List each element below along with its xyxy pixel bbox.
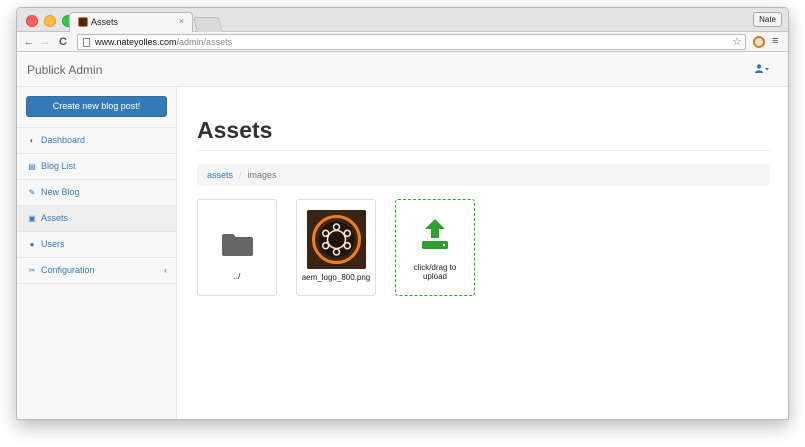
user-dropdown[interactable]: [755, 64, 769, 75]
breadcrumb-separator: /: [239, 170, 242, 180]
image-icon: ▣: [28, 214, 36, 223]
minimize-window-button[interactable]: [44, 15, 56, 27]
extension-icon[interactable]: [753, 36, 765, 48]
address-bar[interactable]: www.nateyolles.com/admin/assets ☆: [77, 34, 746, 50]
profile-button[interactable]: Nate: [753, 12, 782, 27]
upload-label-line1: click/drag to: [413, 263, 457, 272]
tab-close-icon[interactable]: ×: [179, 16, 184, 26]
main-content: Assets assets / images ../ aem_logo_800.…: [178, 87, 788, 419]
upload-label-line2: upload: [422, 272, 448, 281]
url-path: /admin/assets: [176, 37, 233, 47]
chevron-left-icon[interactable]: ‹: [164, 258, 167, 283]
upload-icon: [422, 219, 448, 249]
upload-dropzone[interactable]: click/drag to upload: [395, 199, 475, 296]
brand-title[interactable]: Publick Admin: [27, 63, 102, 77]
bookmark-star-icon[interactable]: ☆: [732, 35, 742, 48]
user-icon: ●: [29, 240, 35, 249]
sidebar-nav: ◐ Dashboard ▤ Blog List ✎ New Blog ▣ Ass…: [17, 127, 176, 284]
sidebar-item-label: Blog List: [41, 161, 76, 171]
asset-tile-image[interactable]: aem_logo_800.png: [296, 199, 376, 296]
browser-window: Assets × Nate ← → C www.nateyolles.com/a…: [16, 7, 789, 420]
create-blog-post-button[interactable]: Create new blog post!: [26, 96, 167, 117]
title-divider: [197, 150, 770, 151]
sidebar-item-label: Configuration: [41, 265, 95, 275]
back-icon[interactable]: ←: [22, 35, 36, 49]
favicon-icon: [78, 17, 88, 27]
folder-icon: [222, 234, 253, 256]
new-tab-button[interactable]: [192, 17, 224, 32]
sidebar: Create new blog post! ◐ Dashboard ▤ Blog…: [17, 87, 177, 419]
browser-toolbar: ← → C www.nateyolles.com/admin/assets ☆ …: [17, 32, 788, 52]
user-icon: [755, 64, 769, 73]
sidebar-item-blog-list[interactable]: ▤ Blog List: [17, 154, 176, 180]
aem-logo-image: [307, 210, 366, 269]
list-icon: ▤: [28, 162, 36, 171]
sidebar-item-users[interactable]: ● Users: [17, 232, 176, 258]
asset-label: aem_logo_800.png: [301, 273, 371, 282]
sidebar-item-label: Assets: [41, 213, 69, 223]
pencil-icon: ✎: [28, 188, 36, 197]
sidebar-item-label: New Blog: [41, 187, 80, 197]
close-window-button[interactable]: [26, 15, 38, 27]
aem-logo-thumbnail: [307, 210, 366, 269]
dashboard-icon: ◐: [29, 136, 35, 145]
tab-assets[interactable]: Assets ×: [69, 12, 193, 33]
asset-tile-parent-folder[interactable]: ../: [197, 199, 277, 296]
sidebar-item-configuration[interactable]: ✂ Configuration ‹: [17, 258, 176, 284]
asset-label: ../: [233, 272, 241, 281]
page-icon: [83, 38, 90, 47]
breadcrumb-current: images: [247, 170, 277, 180]
breadcrumb-assets-link[interactable]: assets: [207, 170, 233, 180]
reload-icon[interactable]: C: [56, 35, 70, 49]
browser-menu-icon[interactable]: ≡: [772, 35, 778, 47]
sidebar-item-new-blog[interactable]: ✎ New Blog: [17, 180, 176, 206]
url-host: www.nateyolles.com: [95, 37, 177, 47]
app-header: Publick Admin: [17, 53, 788, 87]
wrench-icon: ✂: [28, 266, 36, 275]
breadcrumb: assets / images: [197, 164, 770, 186]
forward-icon[interactable]: →: [38, 35, 52, 49]
url-text[interactable]: www.nateyolles.com/admin/assets: [95, 37, 232, 47]
page-title: Assets: [197, 117, 273, 143]
tab-title: Assets: [91, 17, 119, 27]
sidebar-item-label: Dashboard: [41, 135, 86, 145]
sidebar-item-dashboard[interactable]: ◐ Dashboard: [17, 128, 176, 154]
sidebar-item-assets[interactable]: ▣ Assets: [17, 206, 176, 232]
sidebar-item-label: Users: [41, 239, 65, 249]
title-bar: Assets × Nate: [17, 8, 788, 33]
